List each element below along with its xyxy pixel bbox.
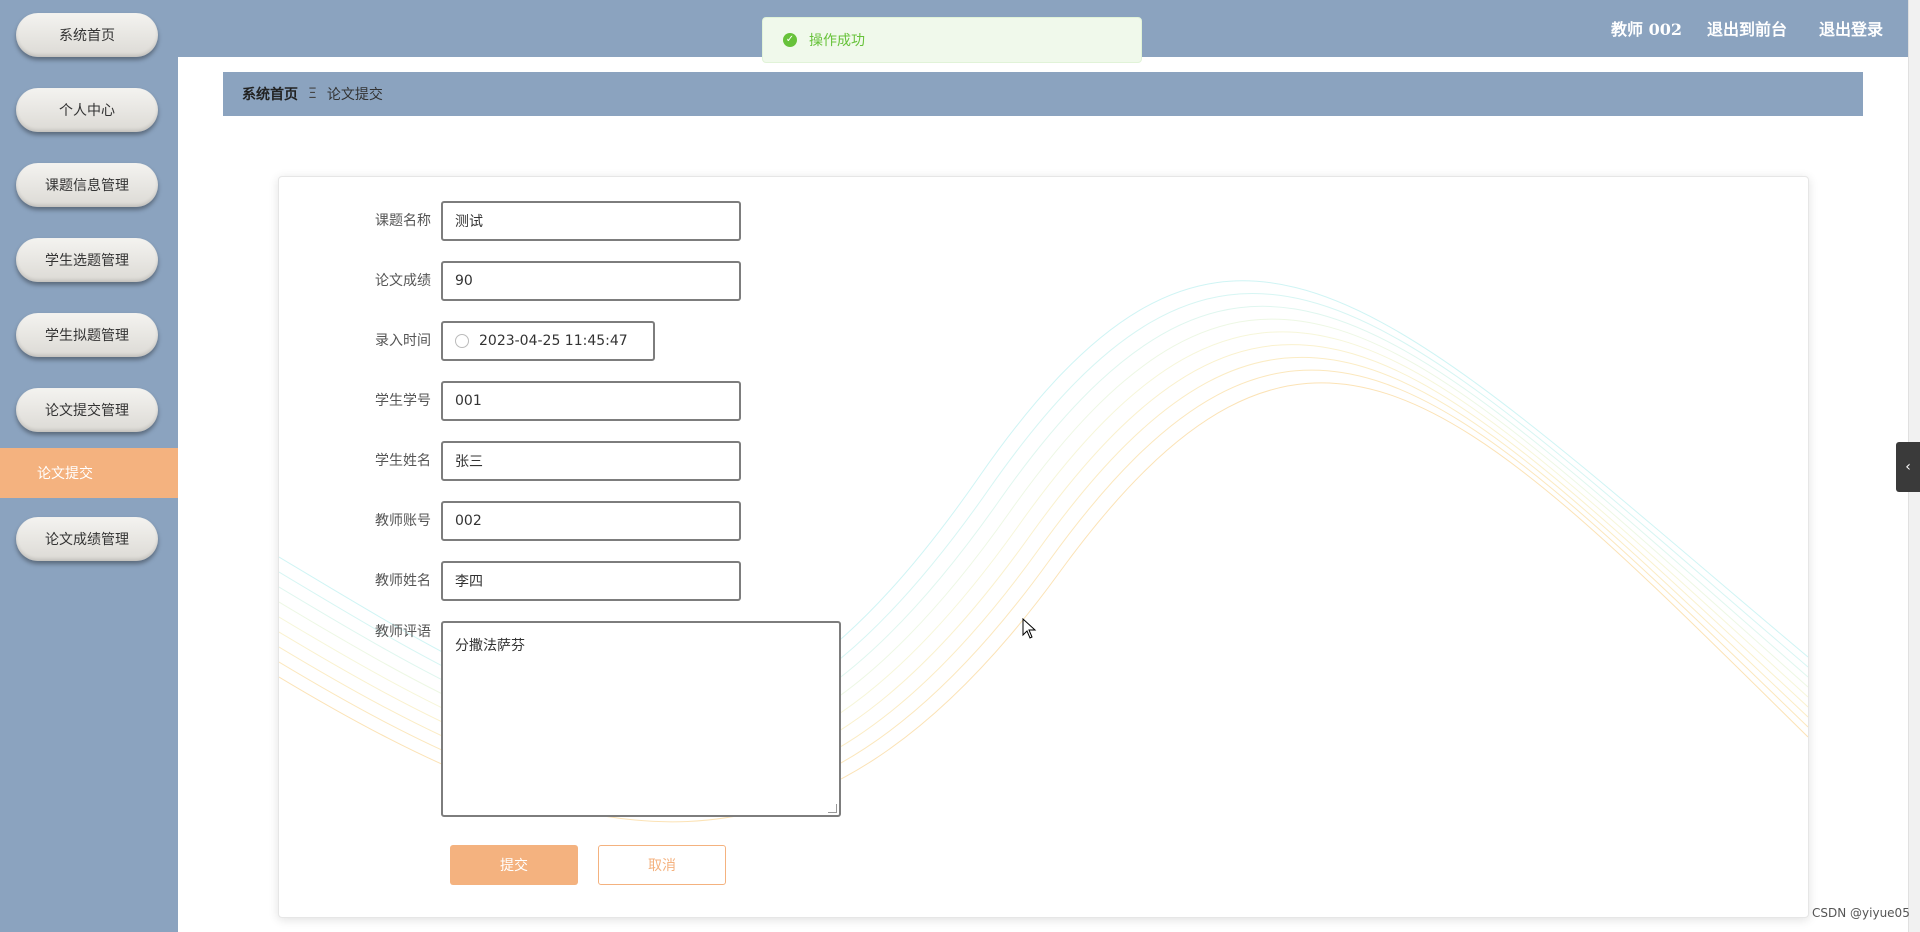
field-label: 论文成绩 — [375, 273, 431, 289]
current-user: 教师 002 — [1611, 20, 1682, 39]
thesis-grade-input[interactable]: 90 — [441, 261, 741, 301]
teacher-comment-textarea[interactable]: 分撒法萨芬 — [441, 621, 841, 817]
field-row-student-id: 学生学号 001 — [279, 381, 741, 421]
sidebar: 系统首页 个人中心 课题信息管理 学生选题管理 学生拟题管理 论文提交管理 论文… — [0, 0, 178, 932]
breadcrumb: 系统首页 Ξ 论文提交 — [223, 72, 1863, 116]
field-row-teacher-name: 教师姓名 李四 — [279, 561, 741, 601]
field-row-comment: 教师评语 分撒法萨芬 — [279, 621, 841, 817]
success-toast: ✓ 操作成功 — [762, 17, 1142, 63]
sidebar-item-grade-management[interactable]: 论文成绩管理 — [16, 517, 158, 561]
sidebar-item-topic-management[interactable]: 课题信息管理 — [16, 163, 158, 207]
form-card: 课题名称 测试 论文成绩 90 录入时间 2023-04-25 11:45:47… — [278, 176, 1809, 918]
topic-name-input[interactable]: 测试 — [441, 201, 741, 241]
chevron-left-icon[interactable]: ‹ — [1896, 442, 1920, 492]
student-name-input[interactable]: 张三 — [441, 441, 741, 481]
field-label: 录入时间 — [375, 333, 431, 349]
sidebar-item-personal-center[interactable]: 个人中心 — [16, 88, 158, 132]
breadcrumb-separator-icon: Ξ — [308, 86, 317, 102]
field-row-grade: 论文成绩 90 — [279, 261, 741, 301]
resize-handle-icon[interactable] — [828, 804, 837, 813]
toast-message: 操作成功 — [809, 33, 865, 49]
field-row-teacher-account: 教师账号 002 — [279, 501, 741, 541]
field-row-student-name: 学生姓名 张三 — [279, 441, 741, 481]
field-label: 学生学号 — [375, 393, 431, 409]
field-label: 教师评语 — [375, 624, 431, 640]
sidebar-item-thesis-submission-management[interactable]: 论文提交管理 — [16, 388, 158, 432]
sidebar-item-home[interactable]: 系统首页 — [16, 13, 158, 57]
check-circle-icon: ✓ — [783, 33, 797, 47]
breadcrumb-current: 论文提交 — [326, 87, 383, 103]
student-id-input[interactable]: 001 — [441, 381, 741, 421]
sidebar-item-student-selection[interactable]: 学生选题管理 — [16, 238, 158, 282]
sidebar-item-student-proposal[interactable]: 学生拟题管理 — [16, 313, 158, 357]
teacher-name-input[interactable]: 李四 — [441, 561, 741, 601]
watermark: CSDN @yiyue05 — [1812, 906, 1910, 920]
mouse-cursor-icon — [1022, 618, 1037, 639]
entry-time-picker[interactable]: 2023-04-25 11:45:47 — [441, 321, 655, 361]
field-row-time: 录入时间 2023-04-25 11:45:47 — [279, 321, 655, 361]
field-label: 教师姓名 — [375, 573, 431, 589]
field-label: 课题名称 — [375, 213, 431, 229]
logout-link[interactable]: 退出登录 — [1819, 16, 1883, 40]
field-label: 学生姓名 — [375, 453, 431, 469]
teacher-account-input[interactable]: 002 — [441, 501, 741, 541]
teacher-comment-value: 分撒法萨芬 — [455, 638, 525, 654]
breadcrumb-home[interactable]: 系统首页 — [242, 84, 298, 104]
entry-time-value: 2023-04-25 11:45:47 — [479, 333, 628, 349]
cancel-button[interactable]: 取消 — [598, 845, 726, 885]
submit-button[interactable]: 提交 — [450, 845, 578, 885]
field-label: 教师账号 — [375, 513, 431, 529]
back-to-front-link[interactable]: 退出到前台 — [1707, 16, 1787, 40]
field-row-topic: 课题名称 测试 — [279, 201, 741, 241]
sidebar-item-thesis-submission[interactable]: 论文提交 — [0, 448, 178, 498]
clock-icon — [455, 334, 469, 348]
